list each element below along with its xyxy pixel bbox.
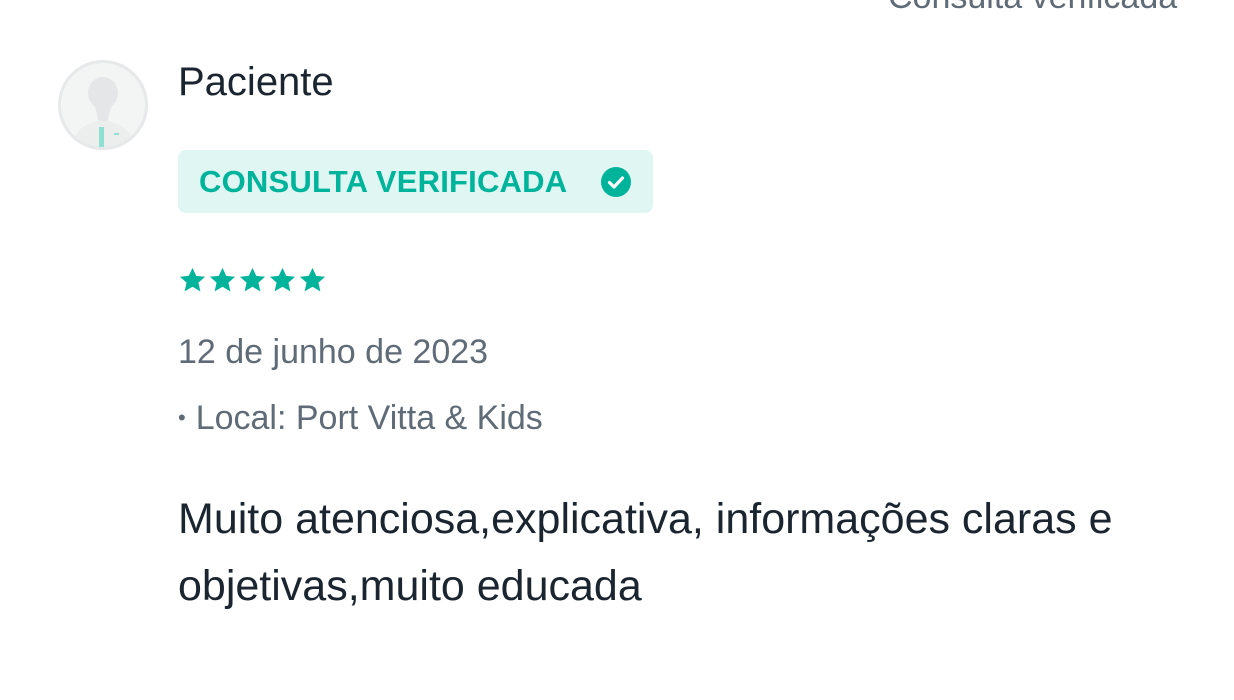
verified-badge-label: CONSULTA VERIFICADA xyxy=(199,163,568,199)
location-bullet: • xyxy=(178,405,186,430)
review-date: 12 de junho de 2023 xyxy=(178,333,489,371)
star-icon xyxy=(179,267,206,291)
review-card: Consulta verificada Paciente CONSULTA VE… xyxy=(0,0,1234,700)
review-content: Paciente CONSULTA VERIFICADA 12 de junho… xyxy=(178,56,1194,620)
review-text: Muito atenciosa,explicativa, informações… xyxy=(178,495,1113,610)
doctor-avatar-icon xyxy=(58,60,148,150)
verified-badge: CONSULTA VERIFICADA xyxy=(178,150,654,213)
star-icon xyxy=(269,267,296,291)
review-author: Paciente xyxy=(178,60,334,104)
star-icon xyxy=(209,267,236,291)
cutoff-header-text: Consulta verificada xyxy=(888,0,1177,17)
check-circle-icon xyxy=(601,166,632,197)
location-label: Local: Port Vitta & Kids xyxy=(195,399,543,437)
star-icon xyxy=(299,267,326,291)
star-icon xyxy=(239,267,266,291)
review-location: • Local: Port Vitta & Kids xyxy=(178,397,1194,439)
star-rating xyxy=(178,263,1194,297)
